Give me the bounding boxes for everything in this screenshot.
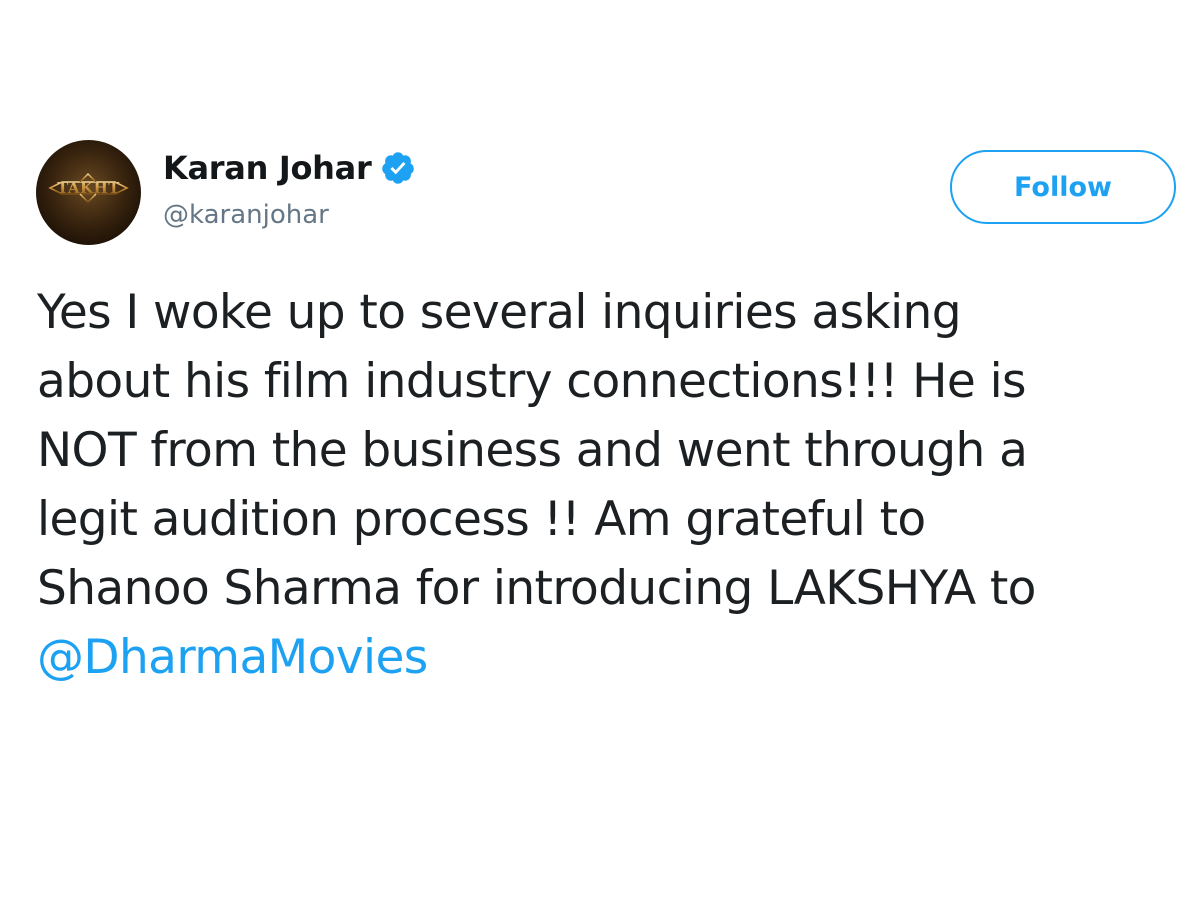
user-name[interactable]: Karan Johar — [163, 149, 372, 187]
tweet-text-line: legit audition process !! Am grateful to — [37, 492, 926, 547]
tweet-text: Yes I woke up to several inquiries askin… — [37, 278, 1197, 692]
tweet-text-line: NOT from the business and went through a — [37, 423, 1028, 478]
mention-link-dharmamovies[interactable]: @DharmaMovies — [37, 630, 428, 685]
follow-button[interactable]: Follow — [950, 150, 1176, 224]
user-name-row: Karan Johar — [163, 148, 416, 188]
user-handle[interactable]: @karanjohar — [163, 200, 329, 230]
tweet-text-line: Shanoo Sharma for introducing LAKSHYA to — [37, 561, 1036, 616]
verified-badge-icon — [382, 152, 415, 184]
tweet-text-line: about his film industry connections!!! H… — [37, 354, 1027, 409]
takht-logo: TAKHT — [48, 173, 129, 203]
tweet-card: TAKHT Karan Johar @karanjohar Follow Yes… — [0, 0, 1200, 900]
avatar[interactable]: TAKHT — [36, 140, 141, 245]
avatar-logo-text: TAKHT — [57, 179, 120, 197]
tweet-text-line: Yes I woke up to several inquiries askin… — [37, 285, 962, 340]
